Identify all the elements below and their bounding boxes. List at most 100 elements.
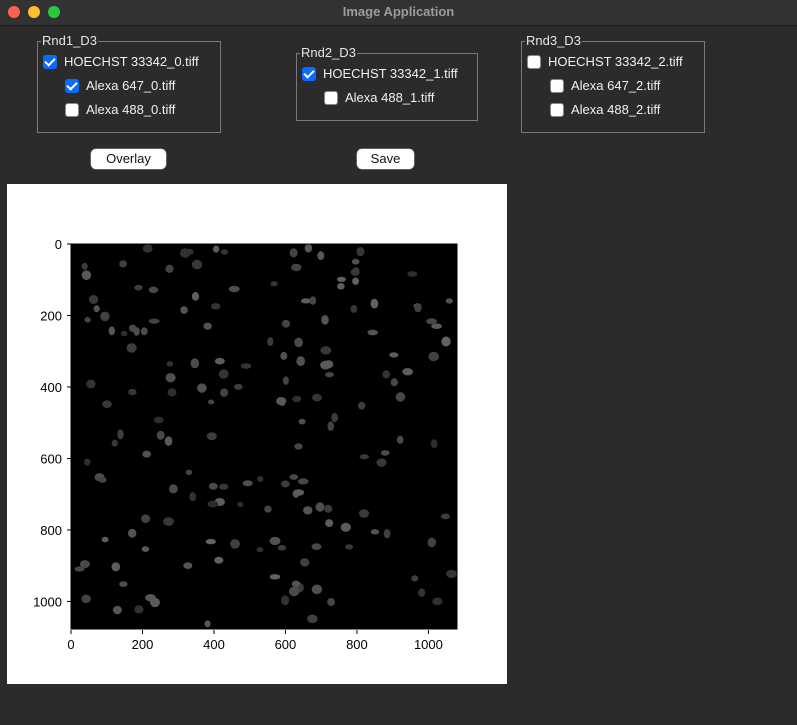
checkbox-icon[interactable] — [324, 90, 338, 105]
cell-nucleus — [325, 519, 334, 528]
checkbox-icon[interactable] — [65, 102, 79, 117]
cell-nucleus — [79, 560, 90, 569]
checkbox-hoechst-2[interactable]: HOECHST 33342_2.tiff — [527, 54, 683, 69]
checkbox-alexa647-0[interactable]: Alexa 647_0.tiff — [65, 78, 175, 93]
cell-nucleus — [376, 458, 387, 467]
cell-nucleus — [242, 480, 253, 487]
group-legend: Rnd3_D3 — [526, 33, 581, 48]
cell-nucleus — [88, 295, 99, 304]
image-plot: 0 200 400 600 800 1000 0 200 400 600 800 1000 — [33, 237, 458, 652]
cell-nucleus — [108, 326, 116, 336]
cell-nucleus — [119, 581, 128, 587]
cell-nucleus — [98, 477, 107, 483]
cell-nucleus — [112, 605, 122, 615]
checkbox-icon[interactable] — [43, 54, 57, 69]
cell-nucleus — [140, 327, 148, 336]
cell-nucleus — [126, 343, 137, 353]
cell-nucleus — [189, 492, 196, 502]
cell-nucleus — [350, 304, 358, 313]
cell-nucleus — [218, 369, 229, 379]
cell-nucleus — [337, 283, 345, 290]
cell-nucleus — [291, 580, 301, 588]
checkbox-hoechst-1[interactable]: HOECHST 33342_1.tiff — [302, 66, 458, 81]
cell-nucleus — [111, 439, 118, 447]
cell-nucleus — [133, 327, 140, 336]
checkbox-label: HOECHST 33342_1.tiff — [323, 66, 458, 81]
cell-nucleus — [205, 538, 216, 545]
checkbox-alexa488-1[interactable]: Alexa 488_1.tiff — [324, 90, 434, 105]
cell-nucleus — [163, 517, 174, 526]
cell-nucleus — [324, 504, 333, 513]
cell-nucleus — [185, 248, 194, 255]
y-tick-label: 200 — [40, 308, 62, 323]
checkbox-alexa647-2[interactable]: Alexa 647_2.tiff — [550, 78, 660, 93]
x-axis: 0 200 400 600 800 1000 — [67, 630, 443, 652]
cell-nucleus — [325, 372, 334, 378]
cell-nucleus — [291, 263, 302, 272]
cell-nucleus — [312, 393, 322, 402]
cell-nucleus — [352, 277, 359, 285]
cell-nucleus — [445, 298, 453, 304]
cell-nucleus — [281, 595, 290, 606]
save-button[interactable]: Save — [357, 149, 414, 169]
cell-nucleus — [320, 360, 331, 370]
cell-nucleus — [303, 506, 313, 515]
overlay-button[interactable]: Overlay — [91, 149, 166, 169]
cell-nucleus — [212, 245, 220, 253]
cell-nucleus — [428, 351, 440, 362]
cell-nucleus — [298, 478, 309, 485]
x-tick-label: 600 — [275, 637, 297, 652]
cell-nucleus — [441, 336, 451, 347]
cell-nucleus — [111, 562, 121, 572]
cell-nucleus — [430, 439, 438, 448]
checkbox-icon[interactable] — [527, 54, 541, 69]
cell-nucleus — [166, 361, 174, 367]
checkbox-label: Alexa 647_2.tiff — [571, 78, 661, 93]
checkbox-alexa488-2[interactable]: Alexa 488_2.tiff — [550, 102, 660, 117]
group-rnd2-d3: Rnd2_D3 — [296, 46, 478, 121]
y-axis: 0 200 400 600 800 1000 — [33, 237, 71, 609]
cell-nucleus — [142, 244, 153, 253]
cell-nucleus — [270, 281, 278, 287]
cell-nucleus — [289, 474, 299, 480]
cell-nucleus — [81, 594, 91, 604]
cell-nucleus — [208, 482, 218, 490]
cell-nucleus — [117, 429, 124, 440]
checkbox-icon[interactable] — [550, 102, 564, 117]
checkbox-icon[interactable] — [550, 78, 564, 93]
cell-nucleus — [352, 267, 360, 274]
cell-nucleus — [282, 376, 289, 385]
cell-nucleus — [359, 454, 369, 460]
cell-nucleus — [281, 480, 290, 488]
cell-nucleus — [197, 383, 207, 393]
cell-nucleus — [431, 323, 442, 329]
y-tick-label: 400 — [40, 380, 62, 395]
cell-nucleus — [234, 383, 243, 390]
checkbox-icon[interactable] — [65, 78, 79, 93]
checkbox-label: Alexa 488_0.tiff — [86, 102, 176, 117]
cell-nucleus — [214, 357, 225, 365]
cell-nucleus — [315, 502, 325, 512]
cell-nucleus — [294, 489, 305, 496]
checkbox-label: HOECHST 33342_2.tiff — [548, 54, 683, 69]
cell-nucleus — [191, 291, 200, 301]
cell-nucleus — [84, 458, 91, 466]
cell-nucleus — [321, 315, 329, 325]
cell-nucleus — [86, 379, 96, 389]
cell-nucleus — [370, 298, 379, 309]
cell-nucleus — [220, 388, 229, 397]
checkbox-label: Alexa 647_0.tiff — [86, 78, 176, 93]
cell-nucleus — [269, 536, 281, 546]
cell-nucleus — [141, 546, 150, 552]
cell-nucleus — [340, 522, 351, 532]
cell-nucleus — [102, 400, 112, 408]
cell-nucleus — [148, 318, 160, 324]
checkbox-icon[interactable] — [302, 66, 316, 81]
checkbox-hoechst-0[interactable]: HOECHST 33342_0.tiff — [43, 54, 199, 69]
cell-nucleus — [203, 322, 212, 330]
x-tick-label: 800 — [346, 637, 368, 652]
checkbox-alexa488-0[interactable]: Alexa 488_0.tiff — [65, 102, 175, 117]
cell-nucleus — [396, 435, 404, 444]
cell-nucleus — [164, 436, 173, 446]
cell-nucleus — [134, 284, 143, 291]
